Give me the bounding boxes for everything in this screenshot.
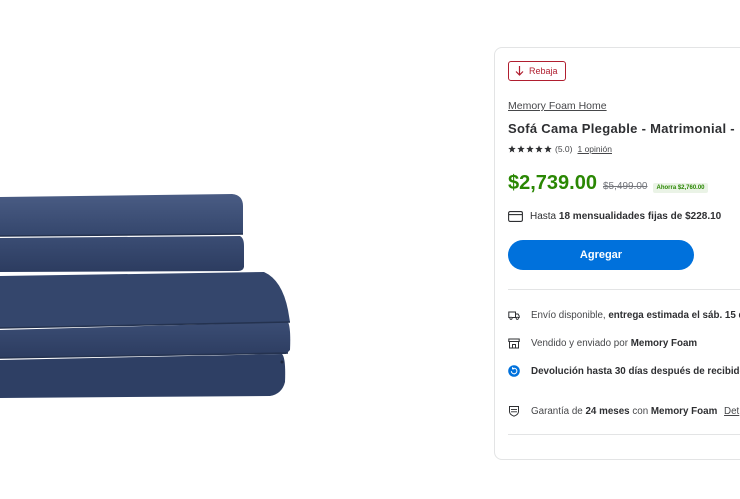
star-icon bbox=[508, 145, 516, 153]
brand-link[interactable]: Memory Foam Home bbox=[508, 100, 607, 112]
return-policy: Devolución hasta 30 días después de reci… bbox=[531, 365, 740, 377]
divider bbox=[508, 289, 740, 290]
reviews-link[interactable]: 1 opinión bbox=[577, 144, 612, 154]
product-title: Sofá Cama Plegable - Matrimonial - bbox=[508, 121, 735, 136]
warranty-duration: 24 meses bbox=[585, 405, 630, 417]
sale-badge: Rebaja bbox=[508, 61, 566, 81]
star-icon bbox=[535, 145, 543, 153]
star-rating bbox=[508, 145, 552, 153]
divider bbox=[508, 434, 740, 435]
installments-row: Hasta 18 mensualidades fijas de $228.10 bbox=[508, 211, 721, 222]
current-price: $2,739.00 bbox=[508, 172, 597, 194]
warranty-brand: Memory Foam bbox=[650, 405, 718, 417]
installments-prefix: Hasta bbox=[530, 211, 557, 222]
installments-detail: 18 mensualidades fijas de $228.10 bbox=[558, 211, 722, 222]
star-icon bbox=[526, 145, 534, 153]
credit-card-icon bbox=[508, 211, 523, 222]
star-icon bbox=[544, 145, 552, 153]
shipping-row: Envío disponible, entrega estimada el sá… bbox=[508, 309, 740, 321]
shield-icon bbox=[509, 406, 519, 417]
old-price: $5,499.00 bbox=[602, 181, 648, 192]
rating-row: (5.0) 1 opinión bbox=[508, 144, 612, 154]
return-row: Devolución hasta 30 días después de reci… bbox=[508, 365, 740, 377]
warranty-details-link[interactable]: Det bbox=[724, 406, 739, 417]
store-icon bbox=[508, 338, 520, 349]
seller-name: Memory Foam bbox=[630, 337, 698, 349]
buy-box: Rebaja Memory Foam Home Sofá Cama Plegab… bbox=[494, 47, 740, 460]
seller-prefix: Vendido y enviado por bbox=[531, 337, 628, 349]
return-icon bbox=[508, 365, 520, 377]
shipping-prefix: Envío disponible, bbox=[531, 309, 606, 321]
arrow-down-icon bbox=[515, 66, 524, 76]
product-image[interactable] bbox=[0, 150, 300, 410]
sale-badge-label: Rebaja bbox=[529, 66, 558, 76]
rating-value: (5.0) bbox=[555, 144, 573, 154]
price-row: $2,739.00 $5,499.00 Ahorra $2,760.00 bbox=[508, 172, 708, 195]
savings-badge: Ahorra $2,760.00 bbox=[653, 183, 708, 193]
star-icon bbox=[517, 145, 525, 153]
warranty-mid: con bbox=[632, 405, 649, 417]
warranty-row: Garantía de 24 meses con Memory Foam Det bbox=[508, 405, 739, 417]
add-to-cart-button[interactable]: Agregar bbox=[508, 240, 694, 270]
seller-row: Vendido y enviado por Memory Foam bbox=[508, 337, 697, 349]
truck-icon bbox=[508, 311, 520, 320]
warranty-prefix: Garantía de bbox=[531, 405, 583, 417]
shipping-estimate: entrega estimada el sáb. 15 d bbox=[608, 309, 740, 321]
